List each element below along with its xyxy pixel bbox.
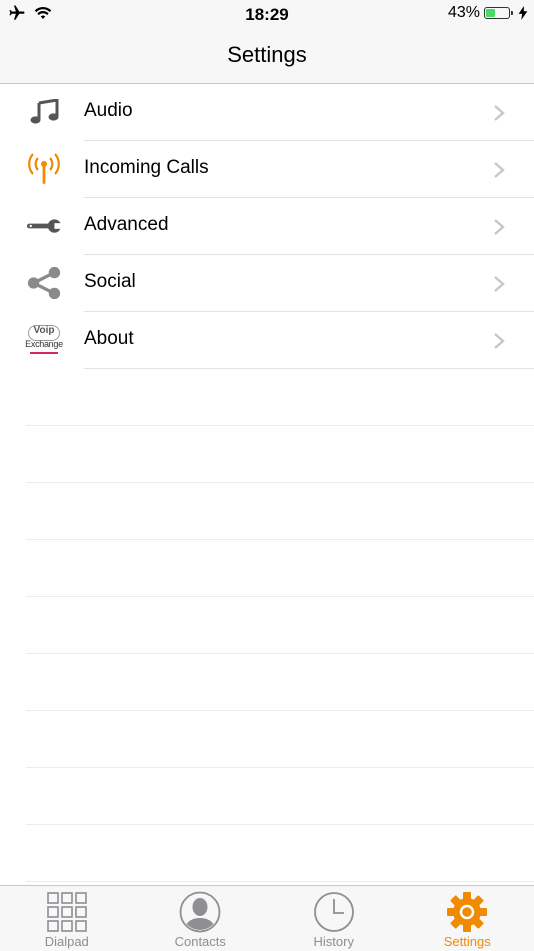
settings-item-incoming-calls[interactable]: Incoming Calls bbox=[0, 141, 534, 198]
tab-label: Contacts bbox=[134, 934, 268, 949]
empty-row bbox=[0, 768, 534, 825]
chevron-right-icon bbox=[492, 218, 506, 236]
charging-bolt-icon bbox=[518, 6, 528, 20]
voip-exchange-logo-icon: Voip Exchange bbox=[26, 323, 62, 357]
tab-label: Dialpad bbox=[0, 934, 134, 949]
settings-item-label: Social bbox=[84, 271, 136, 293]
settings-item-label: Advanced bbox=[84, 214, 169, 236]
logo-text-voip: Voip bbox=[26, 326, 62, 336]
tab-contacts[interactable]: Contacts bbox=[134, 886, 268, 951]
settings-item-audio[interactable]: Audio bbox=[0, 84, 534, 141]
settings-item-label: Audio bbox=[84, 100, 133, 122]
settings-item-label: Incoming Calls bbox=[84, 157, 209, 179]
empty-row bbox=[0, 825, 534, 882]
clock-icon bbox=[313, 891, 355, 933]
page-title: Settings bbox=[0, 42, 534, 68]
battery-level-fill bbox=[486, 9, 495, 17]
empty-row bbox=[0, 597, 534, 654]
dialpad-grid-icon bbox=[46, 891, 88, 933]
settings-item-about[interactable]: Voip Exchange About bbox=[0, 312, 534, 369]
tab-history[interactable]: History bbox=[267, 886, 401, 951]
navigation-bar: Settings bbox=[0, 28, 534, 84]
empty-row bbox=[0, 483, 534, 540]
settings-item-advanced[interactable]: Advanced bbox=[0, 198, 534, 255]
battery-percent: 43% bbox=[448, 4, 480, 22]
gear-icon bbox=[446, 891, 488, 933]
tab-label: Settings bbox=[401, 934, 534, 949]
chevron-right-icon bbox=[492, 275, 506, 293]
wrench-icon bbox=[26, 209, 62, 243]
settings-item-social[interactable]: Social bbox=[0, 255, 534, 312]
tab-dialpad[interactable]: Dialpad bbox=[0, 886, 134, 951]
tab-settings[interactable]: Settings bbox=[401, 886, 534, 951]
logo-text-exchange: Exchange bbox=[24, 340, 64, 349]
tab-label: History bbox=[267, 934, 401, 949]
contact-person-icon bbox=[179, 891, 221, 933]
chevron-right-icon bbox=[492, 104, 506, 122]
tab-bar: Dialpad Contacts History bbox=[0, 885, 534, 951]
empty-row bbox=[0, 654, 534, 711]
logo-underline bbox=[30, 352, 58, 354]
chevron-right-icon bbox=[492, 332, 506, 350]
empty-row bbox=[0, 540, 534, 597]
chevron-right-icon bbox=[492, 161, 506, 179]
empty-rows bbox=[0, 369, 534, 882]
empty-row bbox=[0, 711, 534, 768]
broadcast-antenna-icon bbox=[26, 152, 62, 186]
battery-icon bbox=[484, 7, 510, 19]
settings-list: Audio Incoming Calls Adv bbox=[0, 84, 534, 369]
empty-row bbox=[0, 426, 534, 483]
status-bar-right: 43% bbox=[448, 4, 528, 22]
settings-item-label: About bbox=[84, 328, 134, 350]
empty-row bbox=[0, 369, 534, 426]
status-bar: 18:29 43% bbox=[0, 0, 534, 28]
music-note-icon bbox=[26, 95, 62, 129]
share-icon bbox=[26, 266, 62, 300]
